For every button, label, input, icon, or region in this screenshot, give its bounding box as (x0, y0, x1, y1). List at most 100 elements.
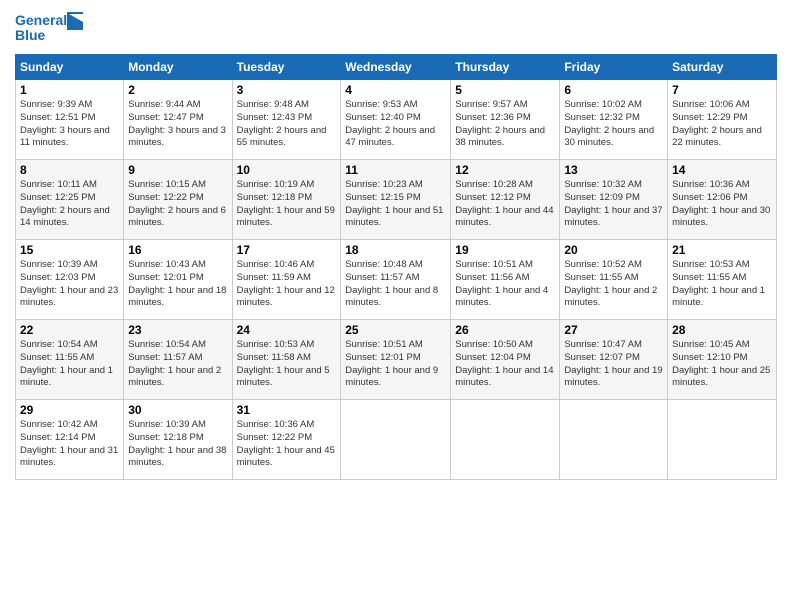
day-number: 28 (672, 323, 772, 337)
day-info: Sunrise: 9:44 AM Sunset: 12:47 PM Daylig… (128, 99, 227, 150)
day-info: Sunrise: 10:54 AM Sunset: 11:55 AM Dayli… (20, 339, 119, 390)
calendar-cell: 10 Sunrise: 10:19 AM Sunset: 12:18 PM Day… (232, 160, 341, 240)
calendar-cell (668, 400, 777, 480)
calendar-cell: 5Sunrise: 9:57 AM Sunset: 12:36 PM Dayli… (451, 80, 560, 160)
calendar-cell (560, 400, 668, 480)
day-number: 17 (237, 243, 337, 257)
calendar-cell: 4Sunrise: 9:53 AM Sunset: 12:40 PM Dayli… (341, 80, 451, 160)
day-info: Sunrise: 10:46 AM Sunset: 11:59 AM Dayli… (237, 259, 337, 310)
day-info: Sunrise: 10:43 AM Sunset: 12:01 PM Dayli… (128, 259, 227, 310)
calendar-cell: 13 Sunrise: 10:32 AM Sunset: 12:09 PM Day… (560, 160, 668, 240)
calendar-cell: 12 Sunrise: 10:28 AM Sunset: 12:12 PM Day… (451, 160, 560, 240)
day-info: Sunrise: 10:51 AM Sunset: 12:01 PM Dayli… (345, 339, 446, 390)
day-number: 1 (20, 83, 119, 97)
calendar-cell: 17 Sunrise: 10:46 AM Sunset: 11:59 AM Day… (232, 240, 341, 320)
calendar-cell: 2 Sunrise: 9:44 AM Sunset: 12:47 PM Dayli… (124, 80, 232, 160)
calendar-cell: 19 Sunrise: 10:51 AM Sunset: 11:56 AM Day… (451, 240, 560, 320)
logo: GeneralBlue (15, 10, 85, 46)
calendar-week-row: 15 Sunrise: 10:39 AM Sunset: 12:03 PM Day… (16, 240, 777, 320)
day-number: 12 (455, 163, 555, 177)
day-header-thursday: Thursday (451, 55, 560, 80)
main-container: GeneralBlue SundayMondayTuesdayWednesday… (0, 0, 792, 485)
calendar-cell (451, 400, 560, 480)
day-info: Sunrise: 10:51 AM Sunset: 11:56 AM Dayli… (455, 259, 555, 310)
day-number: 29 (20, 403, 119, 417)
day-info: Sunrise: 10:36 AM Sunset: 12:06 PM Dayli… (672, 179, 772, 230)
day-info: Sunrise: 9:39 AM Sunset: 12:51 PM Daylig… (20, 99, 119, 150)
calendar-week-row: 1 Sunrise: 9:39 AM Sunset: 12:51 PM Dayli… (16, 80, 777, 160)
day-info: Sunrise: 10:19 AM Sunset: 12:18 PM Dayli… (237, 179, 337, 230)
day-number: 23 (128, 323, 227, 337)
day-number: 30 (128, 403, 227, 417)
day-info: Sunrise: 10:53 AM Sunset: 11:58 AM Dayli… (237, 339, 337, 390)
day-header-saturday: Saturday (668, 55, 777, 80)
day-info: Sunrise: 10:52 AM Sunset: 11:55 AM Dayli… (564, 259, 663, 310)
day-number: 27 (564, 323, 663, 337)
day-info: Sunrise: 10:54 AM Sunset: 11:57 AM Dayli… (128, 339, 227, 390)
day-info: Sunrise: 10:50 AM Sunset: 12:04 PM Dayli… (455, 339, 555, 390)
calendar-cell: 11 Sunrise: 10:23 AM Sunset: 12:15 PM Day… (341, 160, 451, 240)
day-number: 22 (20, 323, 119, 337)
day-info: Sunrise: 9:48 AM Sunset: 12:43 PM Daylig… (237, 99, 337, 150)
day-number: 31 (237, 403, 337, 417)
day-number: 24 (237, 323, 337, 337)
day-number: 2 (128, 83, 227, 97)
day-info: Sunrise: 9:53 AM Sunset: 12:40 PM Daylig… (345, 99, 446, 150)
day-number: 19 (455, 243, 555, 257)
day-number: 26 (455, 323, 555, 337)
day-info: Sunrise: 10:39 AM Sunset: 12:18 PM Dayli… (128, 419, 227, 470)
header: GeneralBlue (15, 10, 777, 46)
calendar-cell: 27 Sunrise: 10:47 AM Sunset: 12:07 PM Day… (560, 320, 668, 400)
svg-text:Blue: Blue (15, 27, 46, 43)
day-info: Sunrise: 10:06 AM Sunset: 12:29 PM Dayli… (672, 99, 772, 150)
day-info: Sunrise: 10:32 AM Sunset: 12:09 PM Dayli… (564, 179, 663, 230)
calendar-week-row: 8Sunrise: 10:11 AM Sunset: 12:25 PM Dayl… (16, 160, 777, 240)
calendar-cell: 24 Sunrise: 10:53 AM Sunset: 11:58 AM Day… (232, 320, 341, 400)
day-number: 10 (237, 163, 337, 177)
calendar-cell: 29 Sunrise: 10:42 AM Sunset: 12:14 PM Day… (16, 400, 124, 480)
calendar-cell: 7 Sunrise: 10:06 AM Sunset: 12:29 PM Dayl… (668, 80, 777, 160)
calendar-week-row: 29 Sunrise: 10:42 AM Sunset: 12:14 PM Day… (16, 400, 777, 480)
day-number: 25 (345, 323, 446, 337)
day-number: 18 (345, 243, 446, 257)
calendar-cell: 31 Sunrise: 10:36 AM Sunset: 12:22 PM Day… (232, 400, 341, 480)
day-number: 11 (345, 163, 446, 177)
day-info: Sunrise: 10:36 AM Sunset: 12:22 PM Dayli… (237, 419, 337, 470)
day-number: 7 (672, 83, 772, 97)
day-number: 8 (20, 163, 119, 177)
calendar-cell: 18Sunrise: 10:48 AM Sunset: 11:57 AM Day… (341, 240, 451, 320)
day-number: 21 (672, 243, 772, 257)
day-info: Sunrise: 10:45 AM Sunset: 12:10 PM Dayli… (672, 339, 772, 390)
day-info: Sunrise: 10:39 AM Sunset: 12:03 PM Dayli… (20, 259, 119, 310)
calendar-cell: 26 Sunrise: 10:50 AM Sunset: 12:04 PM Day… (451, 320, 560, 400)
calendar-cell: 28 Sunrise: 10:45 AM Sunset: 12:10 PM Day… (668, 320, 777, 400)
day-header-tuesday: Tuesday (232, 55, 341, 80)
svg-text:General: General (15, 12, 67, 28)
calendar-header-row: SundayMondayTuesdayWednesdayThursdayFrid… (16, 55, 777, 80)
day-info: Sunrise: 10:15 AM Sunset: 12:22 PM Dayli… (128, 179, 227, 230)
day-info: Sunrise: 10:28 AM Sunset: 12:12 PM Dayli… (455, 179, 555, 230)
calendar-cell: 6Sunrise: 10:02 AM Sunset: 12:32 PM Dayl… (560, 80, 668, 160)
calendar-cell: 15 Sunrise: 10:39 AM Sunset: 12:03 PM Day… (16, 240, 124, 320)
day-header-wednesday: Wednesday (341, 55, 451, 80)
day-info: Sunrise: 10:42 AM Sunset: 12:14 PM Dayli… (20, 419, 119, 470)
day-info: Sunrise: 10:23 AM Sunset: 12:15 PM Dayli… (345, 179, 446, 230)
calendar-cell: 25 Sunrise: 10:51 AM Sunset: 12:01 PM Day… (341, 320, 451, 400)
day-header-sunday: Sunday (16, 55, 124, 80)
calendar-week-row: 22 Sunrise: 10:54 AM Sunset: 11:55 AM Day… (16, 320, 777, 400)
calendar-cell: 9Sunrise: 10:15 AM Sunset: 12:22 PM Dayl… (124, 160, 232, 240)
day-number: 16 (128, 243, 227, 257)
day-number: 13 (564, 163, 663, 177)
day-number: 15 (20, 243, 119, 257)
calendar-cell: 1 Sunrise: 9:39 AM Sunset: 12:51 PM Dayli… (16, 80, 124, 160)
day-number: 5 (455, 83, 555, 97)
calendar-cell: 23 Sunrise: 10:54 AM Sunset: 11:57 AM Day… (124, 320, 232, 400)
calendar-cell (341, 400, 451, 480)
calendar-cell: 14 Sunrise: 10:36 AM Sunset: 12:06 PM Day… (668, 160, 777, 240)
day-info: Sunrise: 10:47 AM Sunset: 12:07 PM Dayli… (564, 339, 663, 390)
day-number: 14 (672, 163, 772, 177)
calendar-cell: 3Sunrise: 9:48 AM Sunset: 12:43 PM Dayli… (232, 80, 341, 160)
calendar-cell: 20Sunrise: 10:52 AM Sunset: 11:55 AM Day… (560, 240, 668, 320)
calendar-cell: 8Sunrise: 10:11 AM Sunset: 12:25 PM Dayl… (16, 160, 124, 240)
logo-svg: GeneralBlue (15, 10, 85, 46)
